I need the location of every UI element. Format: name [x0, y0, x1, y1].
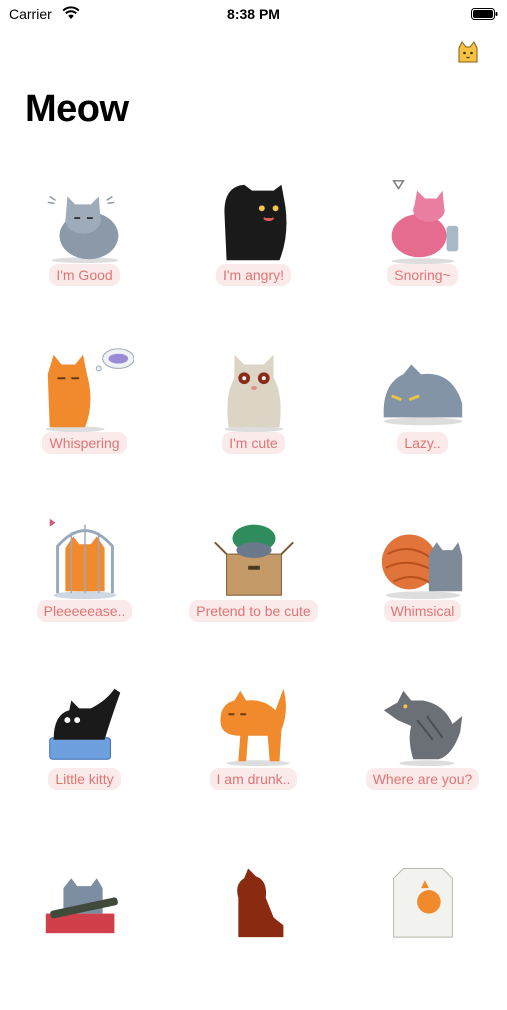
brown-cat-silhouette [237, 868, 284, 938]
sticker-label: I'm angry! [215, 264, 292, 286]
sticker-label: Whispering [42, 432, 127, 454]
black-cat-litter-box [49, 688, 121, 760]
sticker-cell[interactable]: Pleeeeease.. [0, 506, 169, 674]
sticker-label: Lazy.. [397, 432, 448, 454]
sticker-cell[interactable] [0, 842, 169, 1010]
sticker-label: Pleeeeease.. [36, 600, 133, 622]
cat-in-box [214, 524, 294, 596]
sticker-label: Snoring~ [387, 264, 458, 286]
sticker-cell[interactable] [338, 842, 507, 1010]
clock: 8:38 PM [227, 6, 280, 22]
page-title: Meow [25, 88, 129, 130]
sticker-label: Little kitty [48, 768, 121, 790]
sticker-cell[interactable]: Little kitty [0, 674, 169, 842]
sticker-label: I'm cute [222, 432, 285, 454]
orange-cat-whispering [45, 348, 134, 433]
sticker-cell[interactable]: I'm cute [169, 338, 338, 506]
orange-cat-in-cage [49, 518, 117, 600]
battery-icon [471, 8, 498, 20]
sticker-label: I am drunk.. [209, 768, 298, 790]
cat-face-icon[interactable] [457, 40, 479, 64]
cream-cat-cute [224, 354, 284, 433]
sticker-cell[interactable]: I am drunk.. [169, 674, 338, 842]
sticker-label: Pretend to be cute [189, 600, 318, 622]
gray-cat-cart [45, 878, 118, 934]
orange-cat-stretching [220, 688, 290, 767]
sticker-label: Where are you? [365, 768, 480, 790]
sticker-cell[interactable]: Whispering [0, 338, 169, 506]
gray-cat-content [47, 195, 119, 264]
sticker-cell[interactable]: Where are you? [338, 674, 507, 842]
gray-cat-lying [383, 364, 463, 426]
cat-with-yarn [381, 534, 463, 600]
sticker-cell[interactable] [169, 842, 338, 1010]
sticker-cell[interactable]: I'm angry! [169, 170, 338, 338]
pink-cat-snoring [391, 180, 459, 265]
black-cat-angry [224, 184, 287, 261]
status-bar: Carrier 8:38 PM [0, 0, 507, 28]
sticker-label: I'm Good [49, 264, 120, 286]
gray-cat-pouncing [383, 690, 463, 767]
sticker-cell[interactable]: Pretend to be cute [169, 506, 338, 674]
sticker-cell[interactable]: Whimsical [338, 506, 507, 674]
cat-in-toilet [393, 868, 453, 938]
sticker-cell[interactable]: I'm Good [0, 170, 169, 338]
sticker-label: Whimsical [383, 600, 462, 622]
sticker-cell[interactable]: Snoring~ [338, 170, 507, 338]
sticker-cell[interactable]: Lazy.. [338, 338, 507, 506]
